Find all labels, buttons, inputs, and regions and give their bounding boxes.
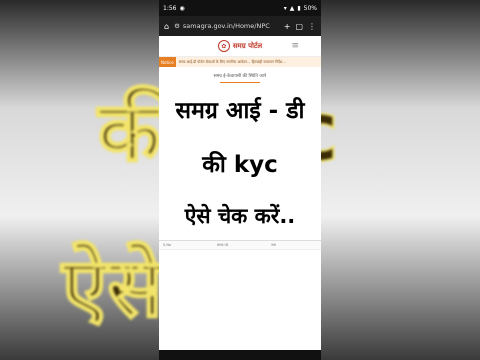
battery-level: 50%	[303, 4, 317, 12]
battery-icon: ▮	[297, 4, 301, 12]
status-bar: 1:56 ◉ ▾ ▲ ▮ 50%	[159, 0, 321, 16]
browser-toolbar: ⌂ ⚙ samagra.gov.in/Home/NPC + ▢ ⋮	[159, 16, 321, 36]
table-column-header: समग्र ID	[217, 242, 229, 247]
site-header: ✿ समग्र पोर्टल ≡	[159, 36, 321, 57]
site-title: समग्र पोर्टल	[232, 41, 263, 50]
clock: 1:56	[163, 4, 177, 12]
ticker-text[interactable]: समग्र आई-डी पोर्टल सेवाओं के लिए नागरिक …	[176, 60, 286, 65]
table-column-header: S.No	[163, 243, 172, 247]
new-tab-icon[interactable]: +	[284, 22, 291, 31]
signal-icon: ▲	[289, 4, 295, 12]
home-icon[interactable]: ⌂	[164, 22, 169, 31]
menu-icon[interactable]: ⋮	[308, 22, 316, 31]
system-navigation-bar	[159, 350, 321, 360]
results-table-header: S.No समग्र ID नाम	[159, 240, 321, 250]
page-body: समग्र ई-केवायसी की स्थिति जाने	[159, 67, 321, 87]
heading-underline	[220, 82, 260, 83]
news-ticker: Notice समग्र आई-डी पोर्टल सेवाओं के लिए …	[159, 57, 321, 67]
samagra-logo-icon[interactable]: ✿	[217, 40, 230, 52]
url-text: samagra.gov.in/Home/NPC	[182, 22, 270, 30]
site-info-icon[interactable]: ⚙	[174, 22, 180, 30]
notification-icon: ◉	[179, 4, 185, 12]
headline-line-3: ऐसे चेक करें..	[184, 204, 296, 228]
wifi-icon: ▾	[283, 4, 287, 12]
ticker-label: Notice	[159, 57, 176, 67]
phone-screen: 1:56 ◉ ▾ ▲ ▮ 50% ⌂ ⚙ samagra.gov.in/Home…	[159, 0, 321, 360]
headline-line-2: की kyc	[202, 152, 278, 178]
section-heading: समग्र ई-केवायसी की स्थिति जाने	[213, 74, 267, 79]
address-bar[interactable]: ⚙ samagra.gov.in/Home/NPC	[174, 22, 279, 30]
hamburger-menu-icon[interactable]: ≡	[291, 41, 299, 51]
table-column-header: नाम	[271, 242, 276, 247]
tabs-icon[interactable]: ▢	[295, 22, 303, 31]
headline-line-1: समग्र आई - डी	[175, 98, 305, 124]
